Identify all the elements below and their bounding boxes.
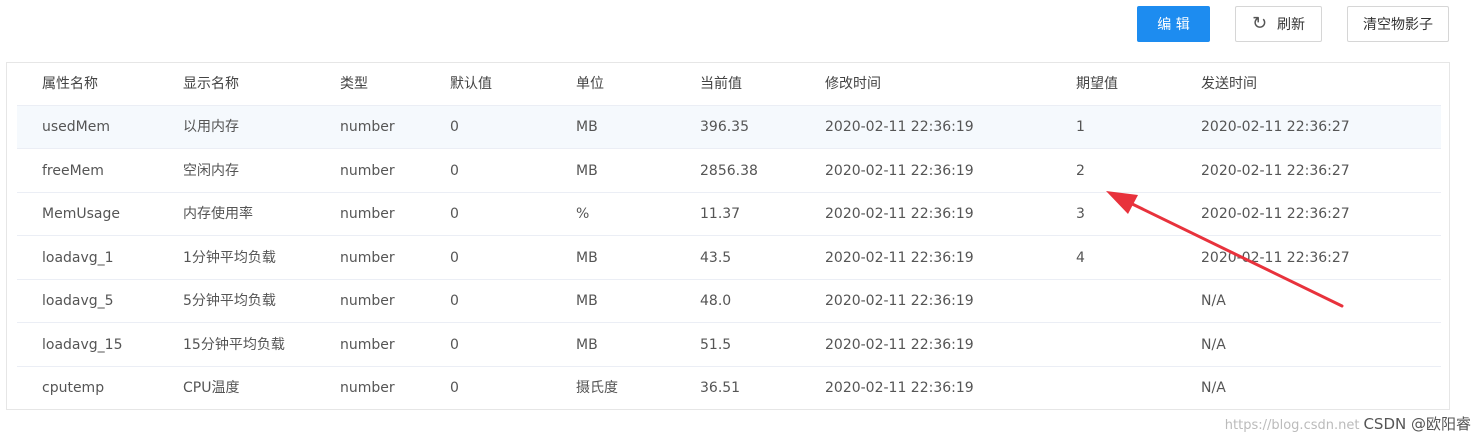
table-cell: % <box>576 206 590 222</box>
table-cell: number <box>340 336 395 353</box>
table-cell: 0 <box>450 249 459 266</box>
table-cell: 2020-02-11 22:36:19 <box>825 249 974 266</box>
refresh-icon: ↻ <box>1251 13 1268 34</box>
table-row[interactable]: usedMem 以用内存 number 0 MB 396.35 2020-02-11 22:… <box>17 106 1441 149</box>
table-row[interactable]: loadavg_15 15分钟平均负载 number 0 MB 51.5 2020-02-1… <box>17 324 1441 367</box>
table-cell: MB <box>576 162 598 179</box>
toolbar: 编 辑 ↻ 刷新 清空物影子 <box>0 6 1483 44</box>
header-cell: 属性名称 <box>42 76 98 92</box>
table-cell: loadavg_15 <box>42 336 123 353</box>
table-cell: MB <box>576 249 598 266</box>
table-cell: 43.5 <box>700 249 732 266</box>
table-cell: 2856.38 <box>700 162 758 179</box>
table-cell: 2020-02-11 22:36:19 <box>825 119 974 135</box>
table-cell: number <box>340 380 395 396</box>
refresh-button-label: 刷新 <box>1277 17 1306 33</box>
table-cell: 2020-02-11 22:36:19 <box>825 206 974 222</box>
table-cell: 摄氏度 <box>576 380 618 396</box>
table-row[interactable]: loadavg_5 5分钟平均负载 number 0 MB 48.0 2020-02-11 … <box>17 280 1441 323</box>
table-cell: 0 <box>450 293 459 309</box>
header-cell: 修改时间 <box>825 76 881 92</box>
table-cell: 15分钟平均负载 <box>183 336 285 353</box>
watermark-url: https://blog.csdn.net <box>1224 418 1360 433</box>
table-cell: 2020-02-11 22:36:19 <box>825 293 974 309</box>
table-cell: 空闲内存 <box>183 162 239 179</box>
table-cell: number <box>340 293 395 309</box>
table-header: 属性名称 显示名称 类型 默认值 单位 当前值 修改时间 期望值 发送时间 <box>17 63 1441 106</box>
table-cell: 0 <box>450 380 459 396</box>
table-cell: 2020-02-11 22:36:19 <box>825 336 974 353</box>
table-cell: cputemp <box>42 380 105 396</box>
header-cell: 默认值 <box>450 76 492 92</box>
table-cell: MB <box>576 336 598 353</box>
watermark-text: CSDN @欧阳睿 <box>1363 415 1471 433</box>
table-cell: 48.0 <box>700 293 732 309</box>
table-cell: 0 <box>450 119 459 135</box>
table-cell: 2020-02-11 22:36:19 <box>825 380 974 396</box>
table-row[interactable]: MemUsage 内存使用率 number 0% 11.37 2020-02-11 22:… <box>17 193 1441 236</box>
table-cell: 内存使用率 <box>183 206 253 222</box>
table-cell: 2020-02-11 22:36:27 <box>1201 206 1350 222</box>
table-cell: number <box>340 249 395 266</box>
table-cell: 4 <box>1076 249 1085 266</box>
table-row[interactable]: loadavg_1 1分钟平均负载 number 0 MB 43.5 2020-02-11 … <box>17 237 1441 280</box>
table-row[interactable]: freeMem 空闲内存 number 0 MB 2856.38 2020-02-11 22… <box>17 150 1441 193</box>
header-cell: 期望值 <box>1076 76 1118 92</box>
table-cell: N/A <box>1201 293 1226 309</box>
table-cell: 51.5 <box>700 336 732 353</box>
header-cell: 类型 <box>340 76 368 92</box>
table-cell: 0 <box>450 206 459 222</box>
table-cell: 1 <box>1076 119 1085 135</box>
table-cell: 1分钟平均负载 <box>183 249 276 266</box>
table-cell: 2020-02-11 22:36:27 <box>1201 249 1350 266</box>
table-cell: MB <box>576 293 598 309</box>
header-cell: 发送时间 <box>1201 76 1257 92</box>
table-cell: usedMem <box>42 119 110 135</box>
table-cell: MemUsage <box>42 206 120 222</box>
table-cell: N/A <box>1201 336 1226 353</box>
table-cell: loadavg_5 <box>42 293 114 309</box>
table-cell: 2 <box>1076 162 1085 179</box>
table-cell: number <box>340 162 395 179</box>
table-cell: 396.35 <box>700 119 749 135</box>
table-cell: 0 <box>450 336 459 353</box>
table-cell: 5分钟平均负载 <box>183 293 276 309</box>
watermark: https://blog.csdn.net CSDN @欧阳睿 <box>1225 413 1471 434</box>
header-cell: 单位 <box>576 76 604 92</box>
table-cell: 2020-02-11 22:36:19 <box>825 162 974 179</box>
header-cell: 当前值 <box>700 76 742 92</box>
table-cell: freeMem <box>42 162 104 179</box>
table-cell: 0 <box>450 162 459 179</box>
table-cell: loadavg_1 <box>42 249 114 266</box>
properties-table: 属性名称 显示名称 类型 默认值 单位 当前值 修改时间 期望值 发送时间 us… <box>6 62 1450 410</box>
table-cell: CPU温度 <box>183 380 240 396</box>
header-cell: 显示名称 <box>183 76 239 92</box>
table-cell: number <box>340 119 395 135</box>
table-cell: 2020-02-11 22:36:27 <box>1201 119 1350 135</box>
clear-shadow-button-label: 清空物影子 <box>1363 17 1433 33</box>
table-cell: N/A <box>1201 380 1226 396</box>
refresh-button[interactable]: ↻ 刷新 <box>1235 6 1322 42</box>
table-cell: 11.37 <box>700 206 741 222</box>
table-cell: 2020-02-11 22:36:27 <box>1201 162 1350 179</box>
edit-button-label: 编 辑 <box>1157 17 1190 33</box>
table-cell: 以用内存 <box>183 119 239 135</box>
edit-button[interactable]: 编 辑 <box>1137 6 1210 42</box>
table-cell: MB <box>576 119 598 135</box>
table-cell: 36.51 <box>700 380 741 396</box>
table-row[interactable]: cputemp CPU温度 number 0 摄氏度 36.51 2020-02-11 22… <box>17 367 1441 410</box>
clear-shadow-button[interactable]: 清空物影子 <box>1347 6 1449 42</box>
table-cell: 3 <box>1076 206 1085 222</box>
table-cell: number <box>340 206 395 222</box>
